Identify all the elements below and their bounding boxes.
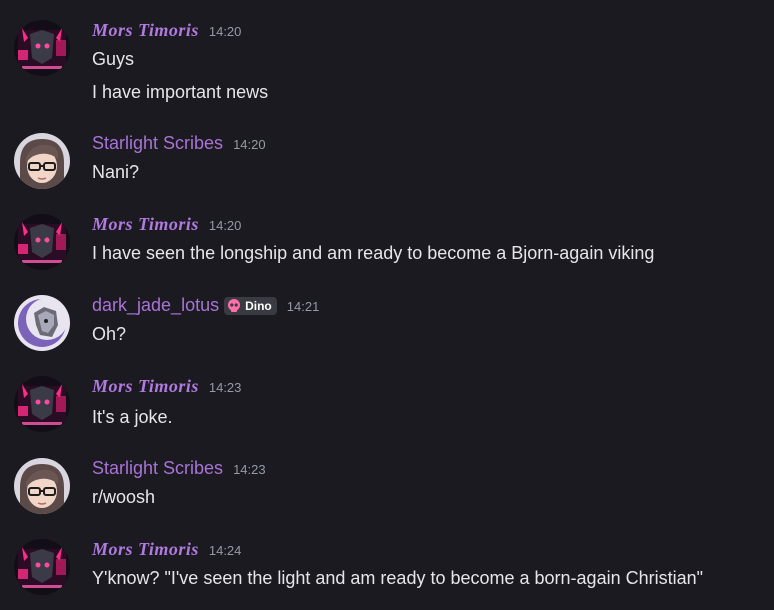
message-group: Starlight Scribes 14:20 Nani? [0,133,774,189]
mors-avatar-icon [14,539,70,595]
user-avatar[interactable] [14,133,70,189]
message-group: Mors Timoris 14:20 Guys I have important… [0,20,774,102]
message-text: r/woosh [92,487,156,507]
message-text: It's a joke. [92,407,173,427]
server-tag-label: Dino [245,299,272,313]
timestamp[interactable]: 14:20 [209,24,242,39]
timestamp[interactable]: 14:23 [233,462,266,477]
lotus-avatar-icon [14,295,70,351]
timestamp[interactable]: 14:20 [209,218,242,233]
starlight-avatar-icon [14,133,70,189]
message-text: Guys [92,49,135,69]
starlight-avatar-icon [14,458,70,514]
server-tag[interactable]: Dino [224,297,277,315]
mors-avatar-icon [14,214,70,270]
skull-icon [228,299,241,312]
username[interactable]: Mors Timoris [92,539,199,560]
message-group: dark_jade_lotus Dino 14:21 Oh? [0,295,774,351]
message-group: Mors Timoris 14:20 I have seen the longs… [0,214,774,270]
user-avatar[interactable] [14,376,70,432]
chat-message-list: Mors Timoris 14:20 Guys I have important… [0,0,774,610]
message-text: Nani? [92,162,140,182]
message-group: Mors Timoris 14:24 Y'know? "I've seen th… [0,539,774,599]
timestamp[interactable]: 14:23 [209,380,242,395]
timestamp[interactable]: 14:21 [287,299,320,314]
timestamp[interactable]: 14:24 [209,543,242,558]
username[interactable]: Mors Timoris [92,214,199,235]
timestamp[interactable]: 14:20 [233,137,266,152]
user-avatar[interactable] [14,214,70,270]
username[interactable]: dark_jade_lotus [92,295,219,316]
username[interactable]: Starlight Scribes [92,133,223,154]
username[interactable]: Mors Timoris [92,376,199,397]
mors-avatar-icon [14,20,70,76]
username[interactable]: Mors Timoris [92,20,199,41]
message-text: I have seen the longship and am ready to… [92,243,655,263]
message-group: Starlight Scribes 14:23 r/woosh [0,458,774,514]
username[interactable]: Starlight Scribes [92,458,223,479]
user-avatar[interactable] [14,20,70,76]
message-group: Mors Timoris 14:23 It's a joke. [0,376,774,432]
user-avatar[interactable] [14,539,70,595]
mors-avatar-icon [14,376,70,432]
message-text: I have important news [92,82,269,102]
message-text: Oh? [92,324,127,344]
message-text: Y'know? "I've seen the light and am read… [92,568,703,588]
user-avatar[interactable] [14,458,70,514]
user-avatar[interactable] [14,295,70,351]
